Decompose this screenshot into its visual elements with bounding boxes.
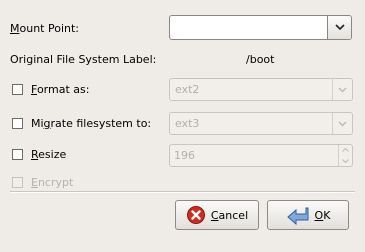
encrypt-checkbox[interactable] bbox=[12, 177, 23, 188]
ok-arrow-icon bbox=[286, 207, 309, 225]
resize-label: Resize bbox=[31, 148, 67, 161]
ok-button[interactable]: OK bbox=[267, 200, 349, 230]
spin-down-button[interactable] bbox=[339, 156, 352, 167]
mount-point-label: Mount Point: bbox=[10, 22, 80, 35]
spin-up-button[interactable] bbox=[339, 145, 352, 156]
chevron-down-icon bbox=[338, 87, 347, 92]
cancel-button[interactable]: Cancel bbox=[175, 200, 259, 230]
format-checkbox[interactable] bbox=[12, 84, 23, 95]
chevron-down-icon bbox=[338, 121, 347, 126]
cancel-icon bbox=[186, 206, 205, 224]
format-label: Format as: bbox=[31, 83, 90, 96]
migrate-label: Migrate filesystem to: bbox=[31, 117, 152, 130]
chevron-up-icon bbox=[342, 148, 349, 153]
chevron-down-icon bbox=[342, 158, 349, 163]
fs-label-caption: Original File System Label: bbox=[10, 53, 157, 66]
resize-checkbox[interactable] bbox=[12, 149, 23, 160]
ok-label: OK bbox=[314, 208, 331, 222]
cancel-label: Cancel bbox=[210, 208, 249, 222]
mount-point-combo[interactable] bbox=[169, 15, 352, 40]
fs-label-value: /boot bbox=[246, 53, 275, 66]
resize-size-spinner[interactable]: 196 bbox=[169, 144, 353, 167]
mount-point-input[interactable] bbox=[170, 16, 327, 39]
separator bbox=[10, 191, 355, 193]
mount-point-dropdown-button[interactable] bbox=[327, 16, 351, 39]
encrypt-label: Encrypt bbox=[31, 176, 74, 189]
chevron-down-icon bbox=[334, 24, 345, 31]
format-type-select[interactable]: ext2 bbox=[169, 78, 353, 101]
migrate-checkbox[interactable] bbox=[12, 118, 23, 129]
migrate-type-select[interactable]: ext3 bbox=[169, 112, 353, 135]
